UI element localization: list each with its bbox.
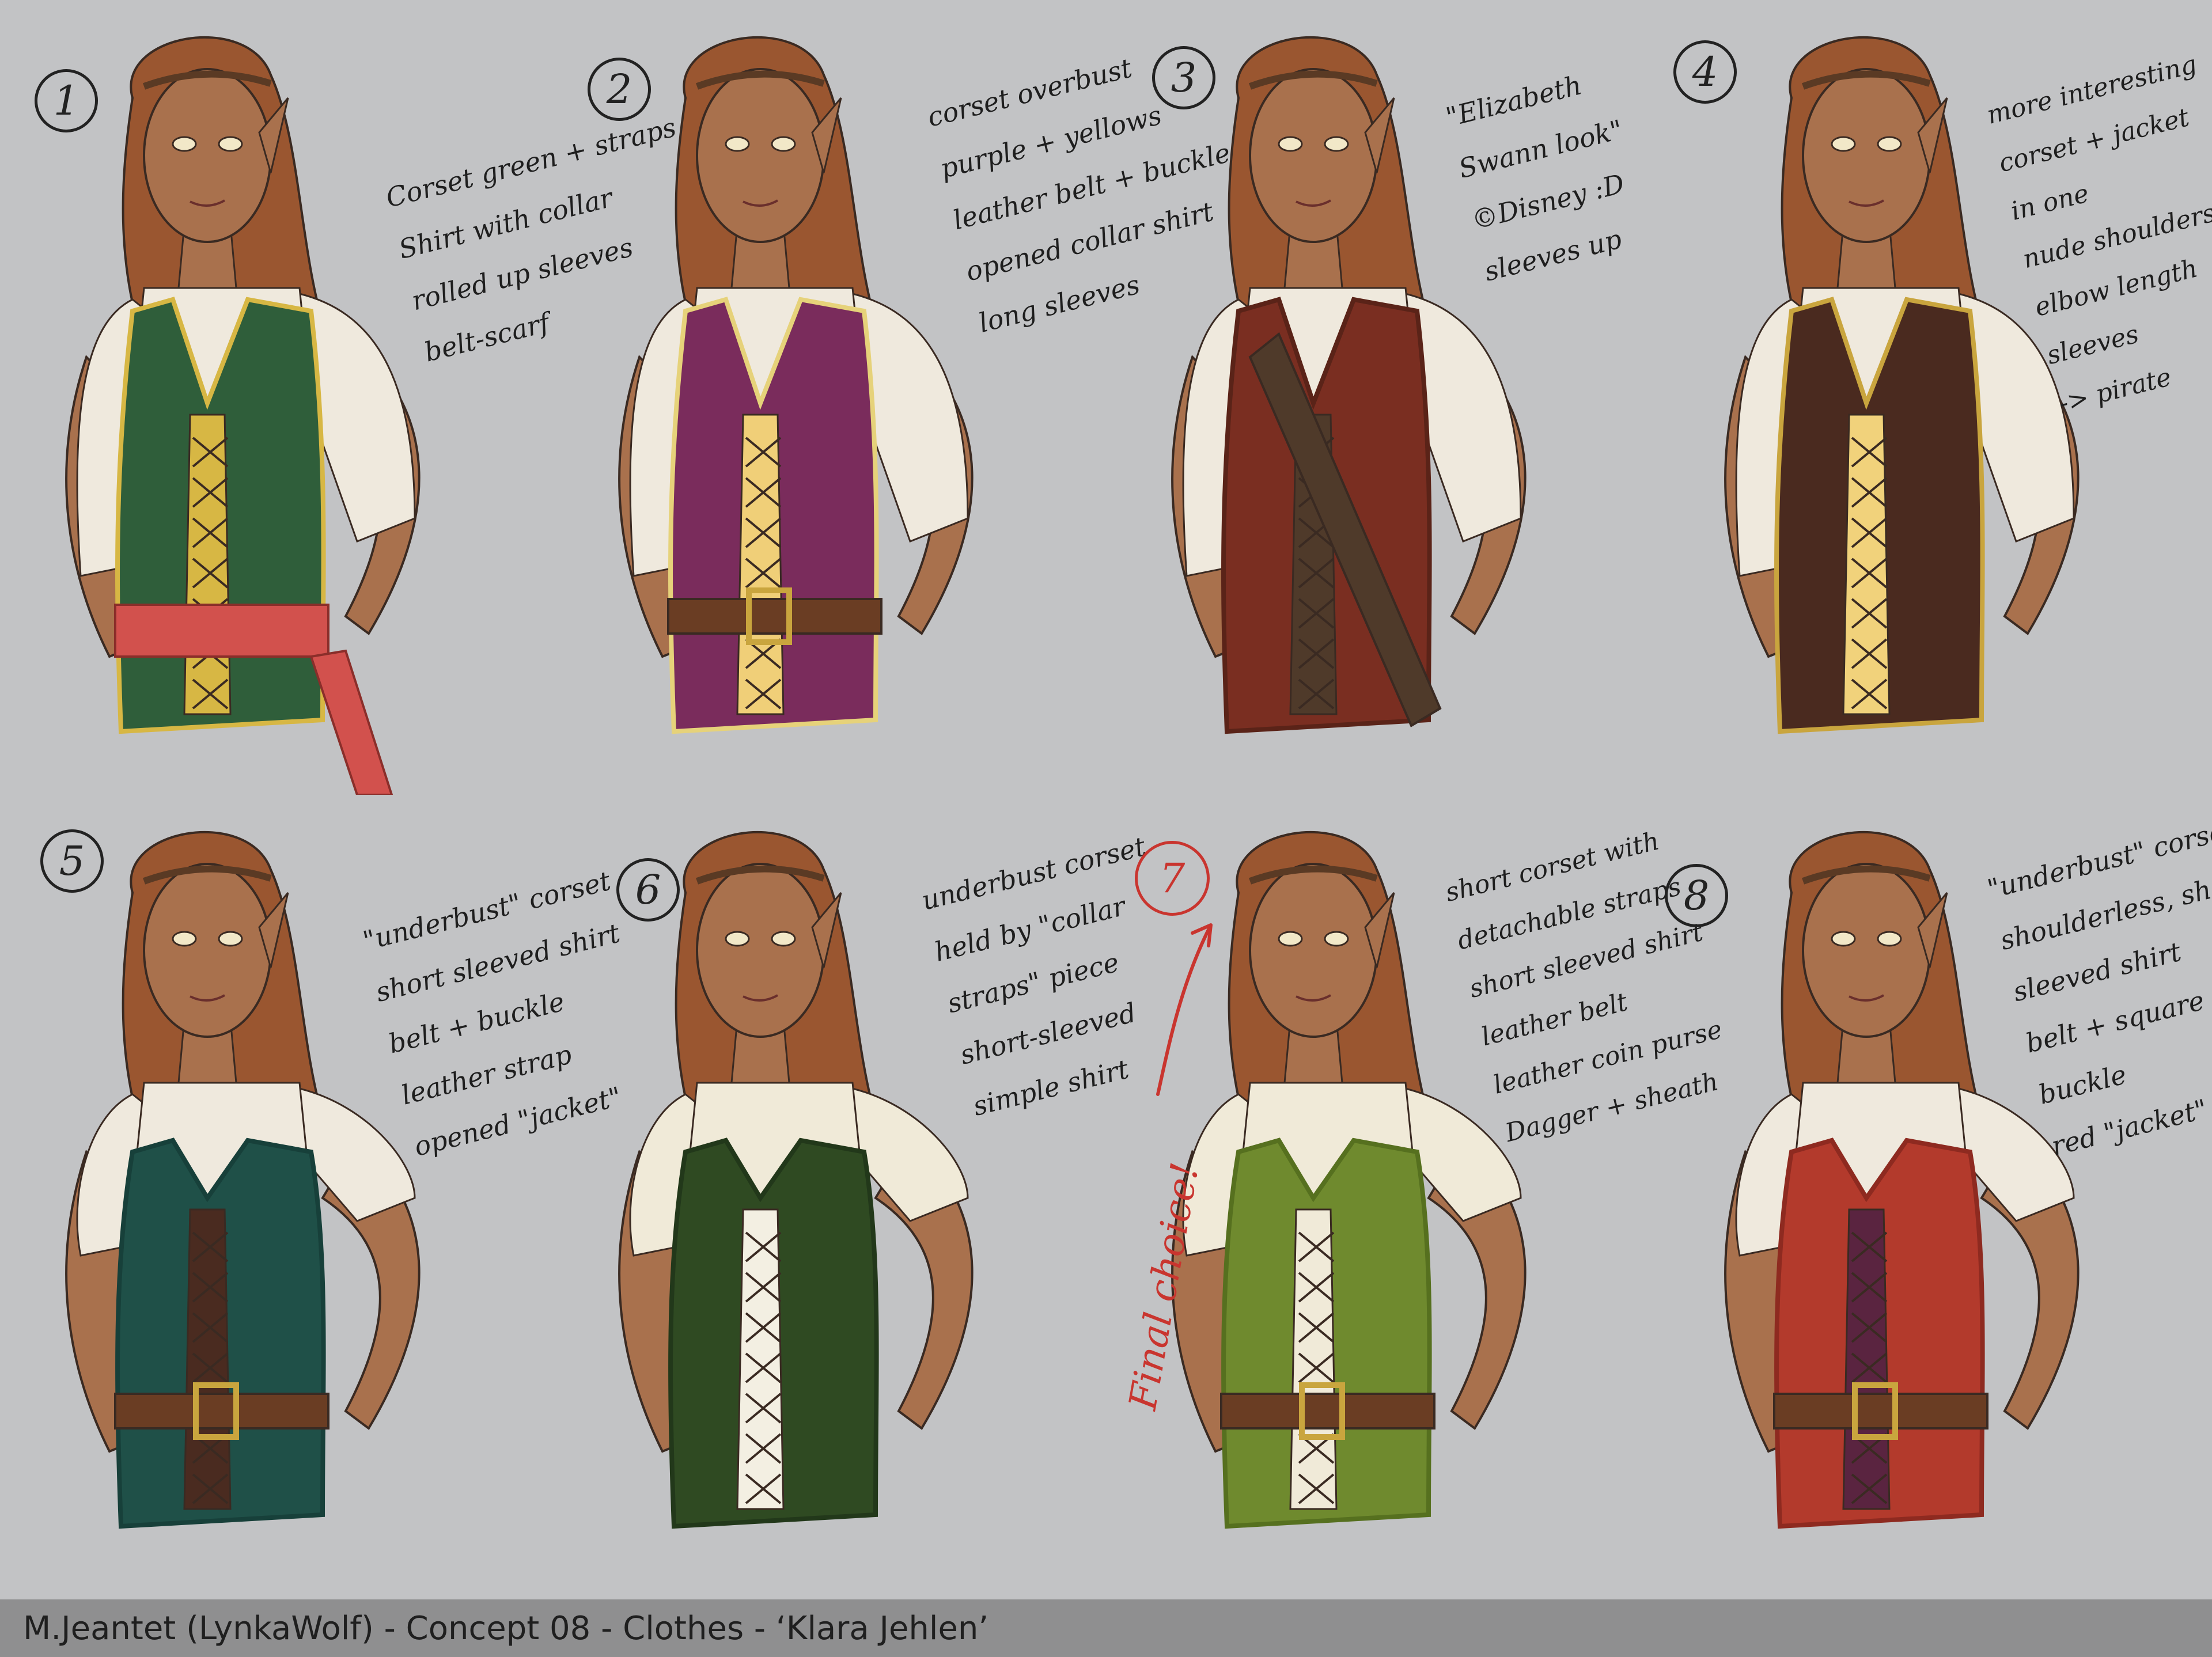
panel-number-badge: 8 [1665,864,1728,927]
eye [172,136,197,152]
front-panel [736,1208,785,1510]
concept-panel-2: 2 corset overbust purple + yellows leath… [553,0,1233,795]
eye [1831,136,1856,152]
eye [218,931,243,947]
face [1802,68,1931,243]
eye [1877,931,1902,947]
face [1249,863,1378,1038]
eye [172,931,197,947]
leather-belt [114,1393,329,1430]
panel-number-badge: 1 [35,69,98,132]
face [143,863,272,1038]
eye [1278,136,1303,152]
credit-bar: M.Jeantet (LynkaWolf) - Concept 08 - Clo… [0,1599,2212,1657]
concept-panel-1: 1 Corset green + straps Shirt with colla… [0,0,679,795]
leather-belt [667,598,882,635]
front-panel [1842,1208,1891,1510]
panel-number-badge: 5 [40,829,104,893]
belt-scarf [114,604,329,658]
front-panel [183,1208,232,1510]
front-panel [736,414,785,715]
front-panel [1289,1208,1338,1510]
concept-panel-3: 3 "Elizabeth Swann look" ©Disney :D slee… [1106,0,1659,795]
eye [1877,136,1902,152]
face [143,68,272,243]
eye [1324,931,1349,947]
concept-sheet: 1 Corset green + straps Shirt with colla… [0,0,2212,1657]
concept-panel-6: 6 underbust corset held by "collar strap… [553,795,1149,1590]
concept-panel-5: 5 "underbust" corset short sleeved shirt… [0,795,624,1590]
panel-number-badge: 6 [616,858,680,922]
front-panel [183,414,232,715]
leather-belt [1773,1393,1988,1430]
panel-number-badge: 2 [588,58,651,121]
eye [725,136,750,152]
eye [1831,931,1856,947]
final-choice-arrow [1156,923,1213,1096]
final-choice-circle: 7 [1135,841,1210,916]
eye [1324,136,1349,152]
face [1802,863,1931,1038]
leather-belt [1220,1393,1435,1430]
panel-number-badge: 4 [1673,40,1737,104]
front-panel [1842,414,1891,715]
scarf-tail [309,649,393,795]
eye [218,136,243,152]
concept-panel-8: 8 "underbust" corset shoulderless, short… [1659,795,2212,1590]
face [696,68,825,243]
concept-panel-4: 4 more interesting corset + jacket in on… [1659,0,2212,795]
eye [725,931,750,947]
panel-number-badge: 3 [1152,46,1215,109]
eye [1278,931,1303,947]
face [1249,68,1378,243]
credit-text: M.Jeantet (LynkaWolf) - Concept 08 - Clo… [23,1609,989,1647]
eye [771,931,796,947]
face [696,863,825,1038]
eye [771,136,796,152]
